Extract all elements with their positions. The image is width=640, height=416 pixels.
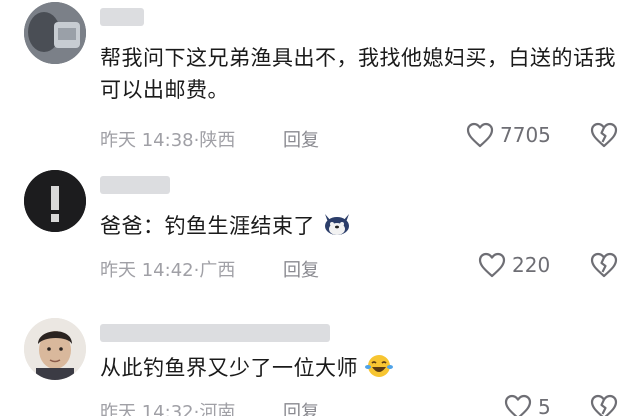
comment-item: 帮我问下这兄弟渔具出不，我找他媳妇买，白送的话我可以出邮费。 昨天 14:38·… (0, 0, 640, 160)
avatar[interactable] (24, 170, 86, 232)
dislike-button[interactable] (590, 252, 618, 282)
broken-heart-icon (590, 394, 618, 416)
like-button[interactable]: 5 (504, 394, 551, 416)
comment-text: 从此钓鱼界又少了一位大师 (100, 352, 620, 384)
comment-time: 昨天 14:42 (100, 260, 194, 281)
comment-text: 爸爸：钓鱼生涯结束了 (100, 210, 620, 242)
comment-location: 陕西 (199, 130, 236, 151)
heart-outline-icon (466, 122, 494, 148)
like-count: 220 (512, 253, 551, 277)
reply-button[interactable]: 回复 (283, 256, 319, 282)
username-redacted[interactable] (100, 8, 144, 26)
crying-laughing-emoji (365, 355, 394, 377)
reply-button[interactable]: 回复 (283, 126, 319, 152)
username-redacted[interactable] (100, 176, 170, 194)
comment-text-content: 从此钓鱼界又少了一位大师 (100, 356, 358, 380)
wolf-face-emoji (325, 214, 350, 235)
broken-heart-icon (590, 122, 618, 148)
heart-outline-icon (504, 394, 532, 416)
username-redacted[interactable] (100, 324, 330, 342)
comment-item: 从此钓鱼界又少了一位大师 昨天 14:32·河南 回复 5 (0, 290, 640, 416)
like-count: 5 (538, 395, 551, 416)
avatar-image-icon (24, 2, 86, 64)
comment-item: 爸爸：钓鱼生涯结束了 昨天 14:42·广西 回复 220 (0, 160, 640, 290)
comment-meta: 昨天 14:32·河南 (100, 398, 235, 416)
avatar[interactable] (24, 318, 86, 380)
broken-heart-icon (590, 252, 618, 278)
comment-location: 广西 (199, 260, 236, 281)
comment-time: 昨天 14:38 (100, 130, 194, 151)
avatar-image-icon (24, 318, 86, 380)
comment-meta: 昨天 14:38·陕西 (100, 126, 235, 152)
comment-text: 帮我问下这兄弟渔具出不，我找他媳妇买，白送的话我可以出邮费。 (100, 46, 616, 102)
like-button[interactable]: 7705 (466, 122, 551, 148)
avatar[interactable] (24, 2, 86, 64)
avatar-image-icon (24, 170, 86, 232)
heart-outline-icon (478, 252, 506, 278)
dislike-button[interactable] (590, 122, 618, 152)
comment-location: 河南 (199, 402, 236, 416)
comment-text-content: 爸爸：钓鱼生涯结束了 (100, 214, 315, 238)
comment-meta: 昨天 14:42·广西 (100, 256, 235, 282)
reply-button[interactable]: 回复 (283, 398, 319, 416)
dislike-button[interactable] (590, 394, 618, 416)
comment-time: 昨天 14:32 (100, 402, 194, 416)
like-button[interactable]: 220 (478, 252, 550, 278)
like-count: 7705 (500, 123, 551, 147)
